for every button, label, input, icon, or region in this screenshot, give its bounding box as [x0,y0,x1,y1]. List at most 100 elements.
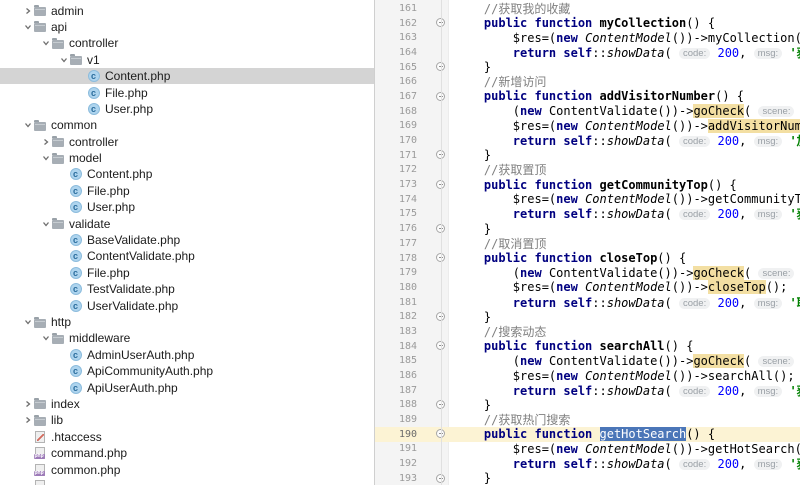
line-number[interactable]: 185 [375,355,449,366]
code-line[interactable]: 193 } [375,471,800,485]
chevron-down-icon[interactable] [58,55,69,65]
tree-item-content.php[interactable]: c Content.php [0,67,374,85]
code-line[interactable]: 175 return self::showData( code: 200, ms… [375,207,800,221]
code-line[interactable]: 180 $res=(new ContentModel())->closeTop(… [375,280,800,295]
line-number[interactable]: 179 [375,267,449,278]
tree-item-model[interactable]: model [0,150,374,166]
code-line[interactable]: 181 return self::showData( code: 200, ms… [375,295,800,310]
tree-item-lib[interactable]: lib [0,412,374,428]
tree-item-file.php[interactable]: c File.php [0,84,374,100]
folder-icon [33,21,46,33]
line-number[interactable]: 170 [375,135,449,146]
code-line[interactable]: 189 //获取热门搜索 [375,412,800,427]
line-number[interactable]: 180 [375,282,449,293]
chevron-down-icon[interactable] [40,219,51,229]
code-line[interactable]: 184 public function searchAll() { [375,339,800,354]
tree-item-common[interactable]: common [0,117,374,133]
tree-item-api[interactable]: api [0,19,374,35]
tree-item-apicommunityauth.php[interactable]: c ApiCommunityAuth.php [0,363,374,379]
code-line[interactable]: 176 } [375,221,800,236]
tree-item-partial-row[interactable]: php [0,478,374,485]
tree-item-label: validate [69,216,111,231]
tree-item-controller[interactable]: controller [0,134,374,150]
line-number[interactable]: 174 [375,194,449,205]
tree-item-uservalidate.php[interactable]: c UserValidate.php [0,297,374,313]
tree-item-http[interactable]: http [0,314,374,330]
code-line[interactable]: 161 //获取我的收藏 [375,1,800,16]
code-line[interactable]: 178 public function closeTop() { [375,251,800,266]
line-number[interactable]: 163 [375,32,449,43]
code-line-current[interactable]: 190 public function getHotSearch() { [375,426,800,442]
line-number[interactable]: 161 [375,3,449,14]
tree-item-admin[interactable]: admin [0,2,374,18]
chevron-down-icon[interactable] [22,120,33,130]
code-line[interactable]: 165 } [375,60,800,75]
code-line[interactable]: 182 } [375,309,800,324]
tree-item-common.php[interactable]: php common.php [0,461,374,477]
tree-item-adminuserauth.php[interactable]: c AdminUserAuth.php [0,347,374,363]
code-line[interactable]: 188 } [375,398,800,413]
chevron-right-icon[interactable] [22,6,33,16]
chevron-right-icon[interactable] [40,137,51,147]
line-number[interactable]: 177 [375,238,449,249]
line-number[interactable]: 191 [375,443,449,454]
line-number[interactable]: 169 [375,120,449,131]
code-line[interactable]: 172 //获取置顶 [375,163,800,177]
tree-item-basevalidate.php[interactable]: c BaseValidate.php [0,232,374,248]
code-line[interactable]: 179 (new ContentValidate())->goCheck( sc… [375,265,800,280]
tree-item-user.php[interactable]: c User.php [0,101,374,117]
tree-item-file.php[interactable]: c File.php [0,265,374,281]
code-line[interactable]: 163 $res=(new ContentModel())->myCollect… [375,30,800,45]
code-line[interactable]: 192 return self::showData( code: 200, ms… [375,456,800,471]
code-line[interactable]: 164 return self::showData( code: 200, ms… [375,45,800,60]
code-line[interactable]: 162 public function myCollection() { [375,16,800,31]
code-line[interactable]: 166 //新增访问 [375,74,800,89]
tree-item-controller[interactable]: controller [0,35,374,51]
line-number[interactable]: 189 [375,414,449,425]
code-line[interactable]: 187 return self::showData( code: 200, ms… [375,383,800,398]
line-number[interactable]: 164 [375,47,449,58]
code-line[interactable]: 170 return self::showData( code: 200, ms… [375,133,800,148]
tree-item-user.php[interactable]: c User.php [0,199,374,215]
tree-item-v1[interactable]: v1 [0,52,374,68]
code-line[interactable]: 183 //搜索动态 [375,324,800,339]
chevron-right-icon[interactable] [22,399,33,409]
code-line[interactable]: 177 //取消置顶 [375,236,800,251]
chevron-down-icon[interactable] [40,333,51,343]
code-line[interactable]: 174 $res=(new ContentModel())->getCommun… [375,192,800,207]
code-line[interactable]: 171 } [375,148,800,163]
chevron-right-icon[interactable] [22,415,33,425]
tree-item-contentvalidate.php[interactable]: c ContentValidate.php [0,248,374,264]
code-line[interactable]: 169 $res=(new ContentModel())->addVisito… [375,118,800,134]
line-number[interactable]: 175 [375,208,449,219]
line-number[interactable]: 183 [375,326,449,337]
tree-item-testvalidate.php[interactable]: c TestValidate.php [0,281,374,297]
code-line[interactable]: 173 public function getCommunityTop() { [375,177,800,192]
tree-item-command.php[interactable]: php command.php [0,445,374,461]
code-line[interactable]: 191 $res=(new ContentModel())->getHotSea… [375,442,800,457]
line-number[interactable]: 187 [375,385,449,396]
line-number[interactable]: 181 [375,297,449,308]
tree-item-content.php[interactable]: c Content.php [0,166,374,182]
tree-item-validate[interactable]: validate [0,215,374,231]
tree-item-.htaccess[interactable]: .htaccess [0,429,374,445]
chevron-down-icon[interactable] [40,38,51,48]
chevron-down-icon[interactable] [22,22,33,32]
tree-item-index[interactable]: index [0,396,374,412]
chevron-down-icon[interactable] [40,153,51,163]
line-number[interactable]: 186 [375,370,449,381]
tree-item-file.php[interactable]: c File.php [0,183,374,199]
tree-item-apiuserauth.php[interactable]: c ApiUserAuth.php [0,379,374,395]
line-number[interactable]: 166 [375,76,449,87]
code-line[interactable]: 186 $res=(new ContentModel())->searchAll… [375,368,800,383]
folder-icon [51,332,64,344]
code-line[interactable]: 167 public function addVisitorNumber() { [375,89,800,104]
code-line[interactable]: 185 (new ContentValidate())->goCheck( sc… [375,353,800,369]
line-number[interactable]: 172 [375,164,449,175]
chevron-down-icon[interactable] [22,317,33,327]
line-number[interactable]: 168 [375,106,449,117]
parameter-hint-chip: code: [678,297,711,309]
code-line[interactable]: 168 (new ContentValidate())->goCheck( sc… [375,104,800,119]
tree-item-middleware[interactable]: middleware [0,330,374,346]
line-number[interactable]: 192 [375,458,449,469]
